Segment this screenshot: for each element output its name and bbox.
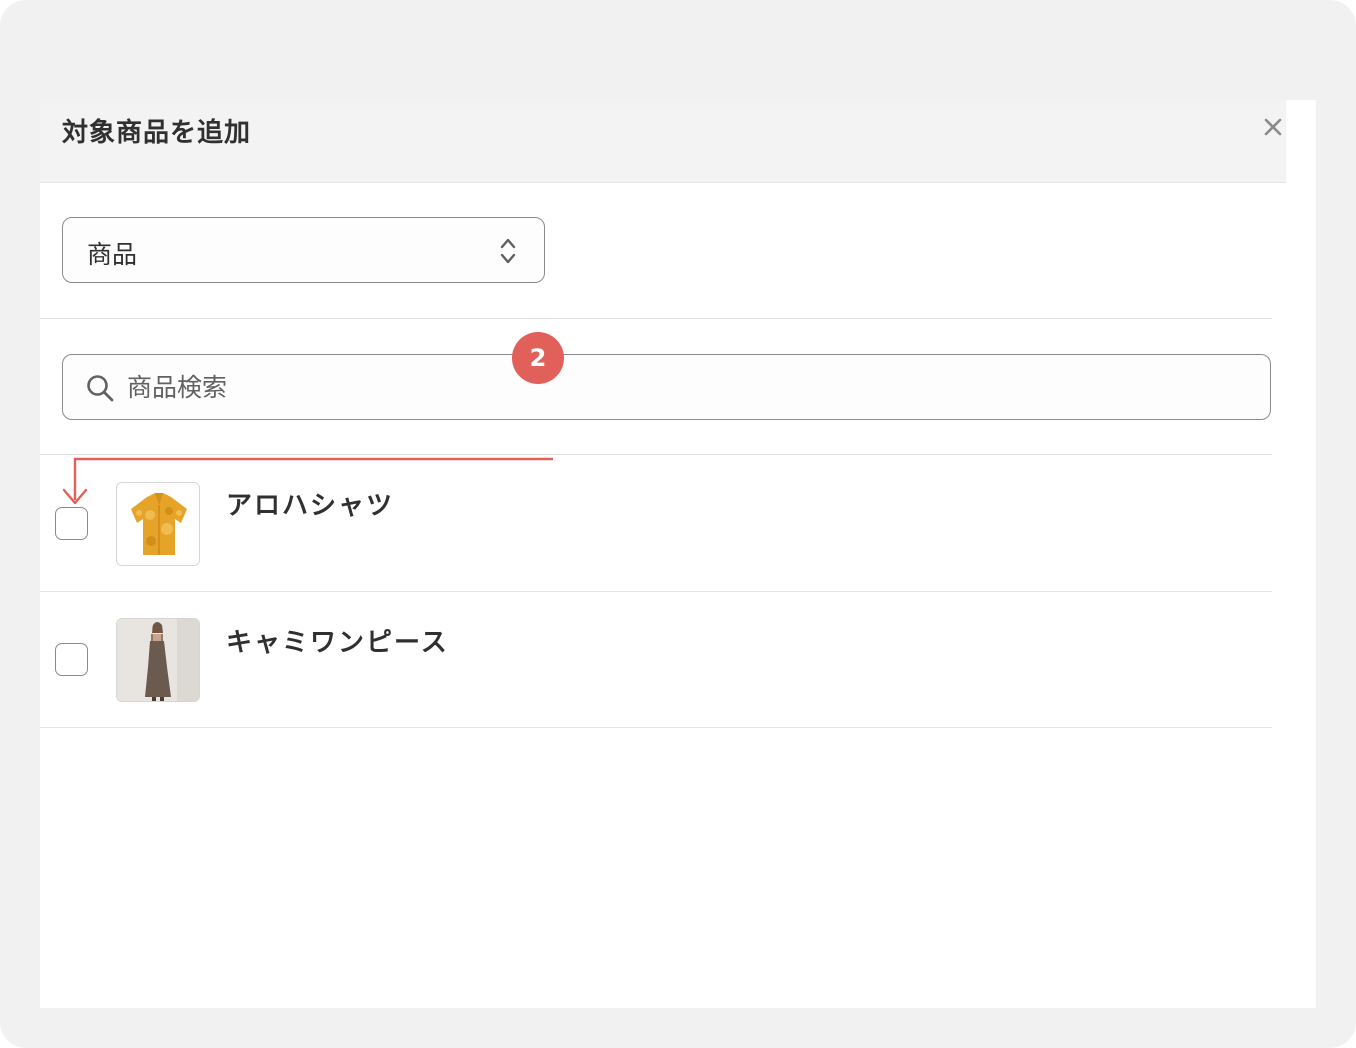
- search-icon: [87, 375, 114, 402]
- product-row[interactable]: キャミワンピース: [40, 592, 1272, 728]
- step-badge: 2: [512, 332, 564, 384]
- select-chevron-icon: [500, 238, 516, 264]
- product-search-box[interactable]: [62, 354, 1271, 420]
- screenshot-frame: 対象商品を追加 商品 商品検索 アロハシャツ キャミワンピース 2: [0, 0, 1356, 1048]
- divider: [40, 318, 1272, 319]
- orange-aloha-shirt-image: [117, 483, 199, 565]
- product-row[interactable]: アロハシャツ: [40, 455, 1272, 591]
- modal-title: 対象商品を追加: [62, 118, 252, 148]
- add-products-modal: 対象商品を追加 商品 商品検索 アロハシャツ キャミワンピース: [40, 100, 1316, 1008]
- product-thumbnail: [116, 618, 200, 702]
- divider: [40, 727, 1272, 728]
- product-name: キャミワンピース: [226, 628, 449, 658]
- close-button[interactable]: [1261, 113, 1285, 141]
- product-thumbnail: [116, 482, 200, 566]
- brown-cami-dress-image: [117, 619, 199, 701]
- modal-header: 対象商品を追加: [40, 100, 1286, 183]
- product-name: アロハシャツ: [226, 491, 395, 521]
- search-input[interactable]: [127, 367, 1227, 407]
- product-checkbox[interactable]: [55, 507, 88, 540]
- select-value: 商品: [87, 240, 138, 269]
- product-checkbox[interactable]: [55, 643, 88, 676]
- product-type-select[interactable]: 商品: [62, 217, 545, 283]
- close-icon: [1264, 118, 1282, 136]
